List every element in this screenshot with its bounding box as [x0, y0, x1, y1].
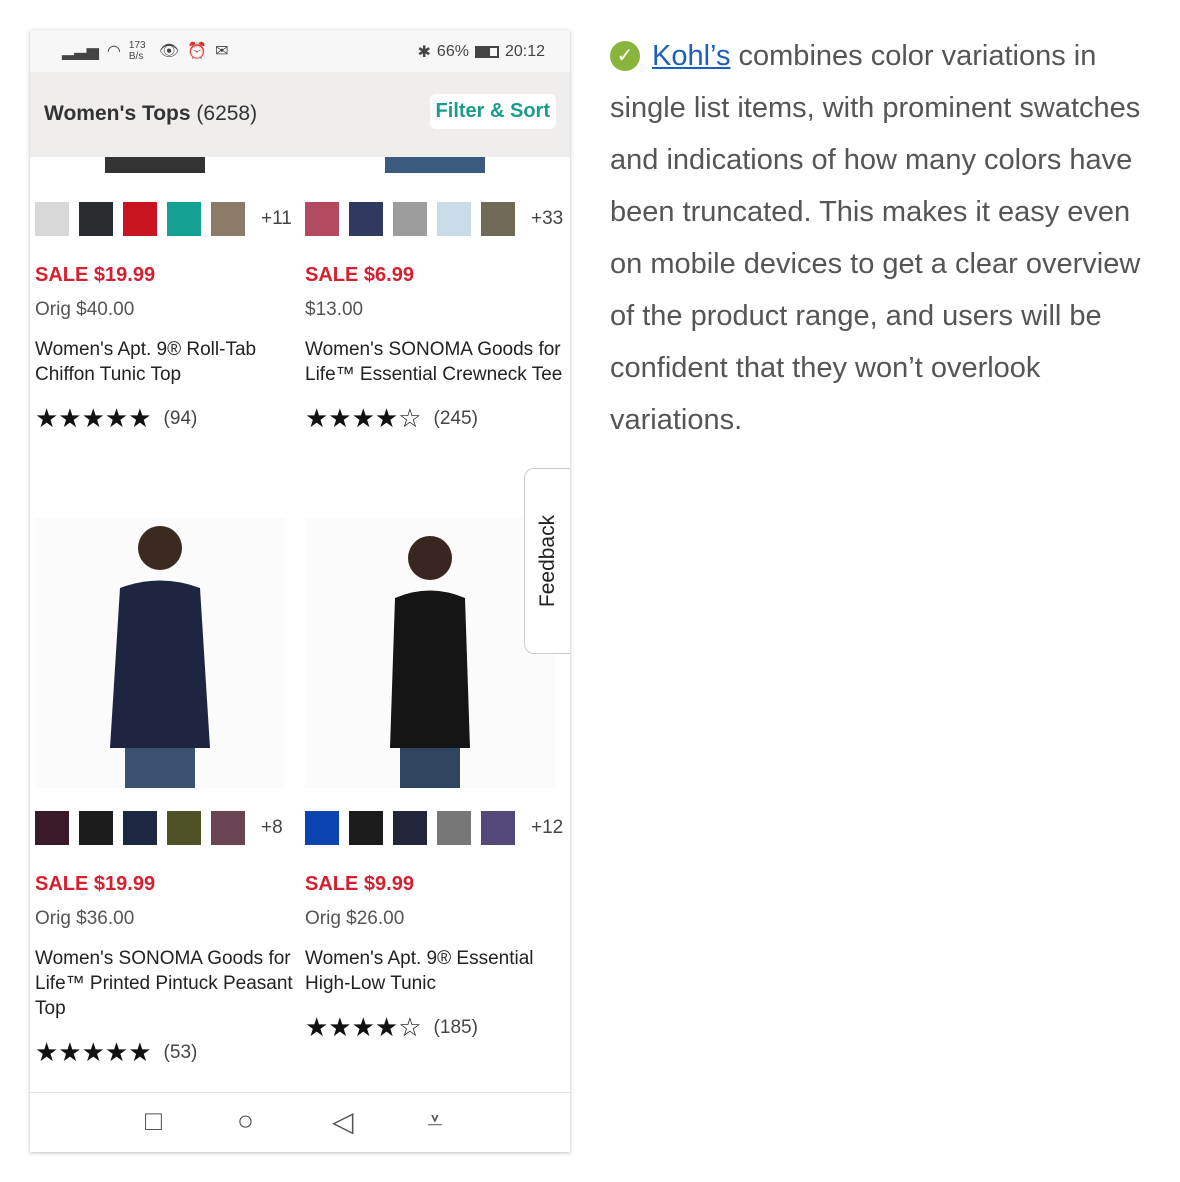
star-rating: ★★★★★	[35, 1037, 152, 1067]
color-swatch[interactable]	[481, 811, 515, 845]
page-title: Women's Tops	[44, 102, 191, 125]
star-rating: ★★★★☆	[305, 1012, 422, 1042]
more-colors[interactable]: +8	[261, 817, 283, 839]
color-swatch[interactable]	[349, 202, 383, 236]
status-bar: ▂▃▅ ◠ 173 B/s 👁 ⏰ ✉ ✱ 66% 20:12	[30, 30, 570, 72]
color-swatch[interactable]	[437, 811, 471, 845]
notification-pull-icon[interactable]: ⩡	[427, 1105, 443, 1138]
mail-icon: ✉	[215, 43, 229, 60]
product-name[interactable]: Women's Apt. 9® Essential High-Low Tunic	[305, 946, 565, 996]
bluetooth-icon: ✱	[417, 44, 431, 61]
color-swatch[interactable]	[481, 202, 515, 236]
color-swatch[interactable]	[393, 811, 427, 845]
product-card[interactable]: +33 SALE $6.99 $13.00 Women's SONOMA Goo…	[305, 202, 565, 434]
original-price: Orig $36.00	[35, 908, 135, 929]
color-swatch[interactable]	[79, 811, 113, 845]
color-swatch[interactable]	[79, 202, 113, 236]
color-swatch[interactable]	[35, 811, 69, 845]
product-card[interactable]: +11 SALE $19.99 Orig $40.00 Women's Apt.…	[35, 202, 295, 434]
more-colors[interactable]: +11	[261, 208, 292, 230]
battery-percent: 66%	[436, 43, 469, 60]
checkmark-icon: ✓	[610, 41, 640, 71]
color-swatch[interactable]	[167, 811, 201, 845]
recent-apps-icon[interactable]: □	[145, 1105, 162, 1137]
color-swatch[interactable]	[123, 202, 157, 236]
product-name[interactable]: Women's SONOMA Goods for Life™ Essential…	[305, 337, 565, 387]
net-speed: 173 B/s	[128, 40, 146, 62]
sale-price: SALE $6.99	[305, 264, 414, 286]
original-price: Orig $40.00	[35, 299, 135, 320]
feedback-label: Feedback	[535, 514, 559, 608]
wifi-icon: ◠	[106, 43, 121, 60]
original-price: $13.00	[305, 299, 364, 320]
star-rating: ★★★★☆	[305, 403, 422, 433]
product-card[interactable]: +8 SALE $19.99 Orig $36.00 Women's SONOM…	[35, 811, 295, 1068]
battery-icon	[474, 46, 499, 58]
clock: 20:12	[504, 43, 545, 60]
color-swatch[interactable]	[167, 202, 201, 236]
annotation-body: combines color variations in single list…	[610, 40, 1141, 436]
review-count: (53)	[163, 1041, 198, 1063]
sale-price: SALE $19.99	[35, 873, 156, 895]
color-swatch[interactable]	[349, 811, 383, 845]
review-count: (245)	[433, 407, 478, 429]
original-price: Orig $26.00	[305, 908, 405, 929]
page-header: Women's Tops (6258) Filter & Sort	[30, 72, 570, 157]
sale-price: SALE $9.99	[305, 873, 414, 895]
color-swatch[interactable]	[437, 202, 471, 236]
product-name[interactable]: Women's Apt. 9® Roll-Tab Chiffon Tunic T…	[35, 337, 295, 387]
kohls-link[interactable]: Kohl’s	[652, 40, 730, 72]
back-icon[interactable]: ◁	[332, 1105, 354, 1138]
color-swatch[interactable]	[123, 811, 157, 845]
annotation-text: ✓ Kohl’s combines color variations in sin…	[610, 30, 1160, 446]
color-swatch[interactable]	[393, 202, 427, 236]
eye-icon: 👁	[158, 43, 180, 60]
product-image[interactable]	[35, 518, 285, 788]
sale-price: SALE $19.99	[35, 264, 156, 286]
review-count: (185)	[433, 1016, 478, 1038]
color-swatch[interactable]	[35, 202, 69, 236]
android-nav-bar: □ ○ ◁ ⩡	[30, 1092, 570, 1152]
signal-icon: ▂▃▅	[62, 43, 99, 60]
phone-screen: ▂▃▅ ◠ 173 B/s 👁 ⏰ ✉ ✱ 66% 20:12 Women's Tops (6…	[30, 30, 570, 1152]
review-count: (94)	[163, 407, 198, 429]
product-image-partial	[105, 157, 205, 173]
star-rating: ★★★★★	[35, 403, 152, 433]
more-colors[interactable]: +33	[531, 208, 563, 230]
product-card[interactable]: +12 SALE $9.99 Orig $26.00 Women's Apt. …	[305, 811, 565, 1043]
alarm-icon: ⏰	[187, 43, 208, 60]
result-count: (6258)	[196, 102, 258, 125]
color-swatch[interactable]	[211, 202, 245, 236]
color-swatch[interactable]	[305, 202, 339, 236]
product-image[interactable]	[305, 518, 555, 788]
home-icon[interactable]: ○	[237, 1105, 254, 1137]
color-swatch[interactable]	[211, 811, 245, 845]
more-colors[interactable]: +12	[531, 817, 563, 839]
product-image-partial	[385, 157, 485, 173]
feedback-tab[interactable]: Feedback	[524, 468, 570, 654]
product-name[interactable]: Women's SONOMA Goods for Life™ Printed P…	[35, 946, 295, 1021]
filter-sort-button[interactable]: Filter & Sort	[429, 94, 556, 129]
color-swatch[interactable]	[305, 811, 339, 845]
